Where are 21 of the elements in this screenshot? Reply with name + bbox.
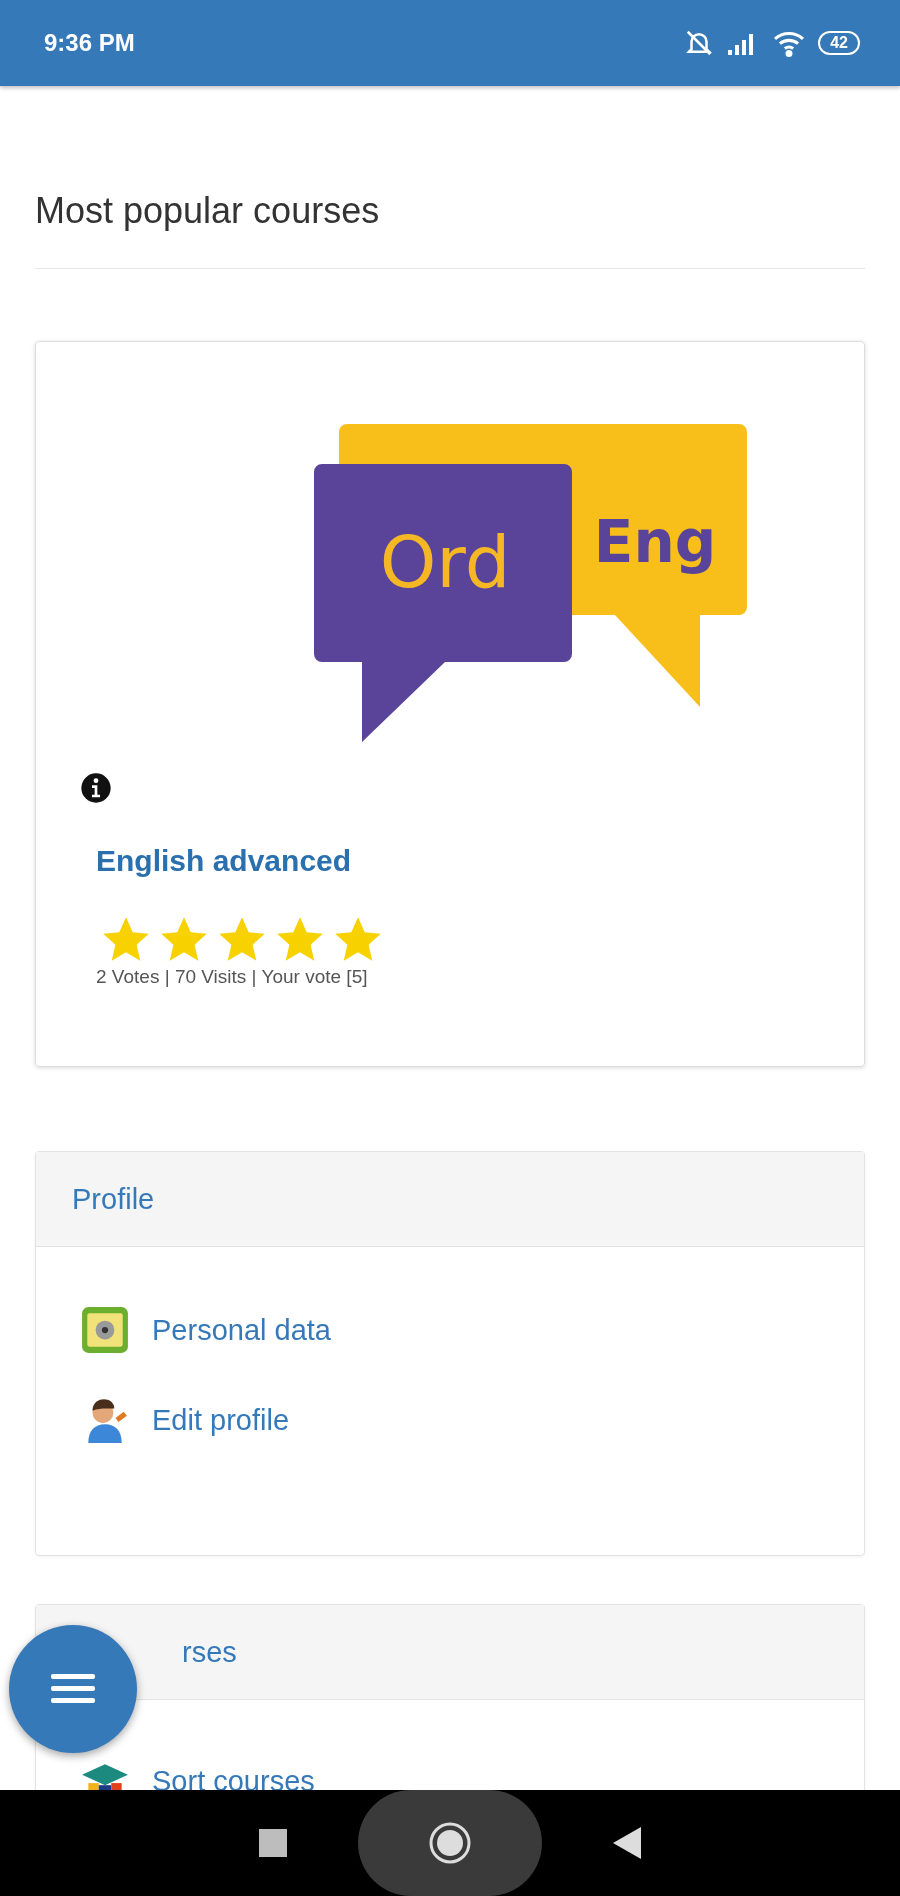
menu-link[interactable]: Personal data [152,1313,331,1347]
id-card-icon [80,1305,130,1355]
menu-link[interactable]: Edit profile [152,1403,289,1437]
section-title: Most popular courses [35,190,381,232]
info-icon[interactable] [80,772,112,804]
square-icon [258,1828,288,1858]
back-button[interactable] [612,1826,642,1860]
menu-link[interactable]: Sort courses [152,1764,315,1790]
course-title-link[interactable]: English advanced [96,844,352,878]
panel-title: Profile [72,1182,155,1216]
bell-off-icon [684,28,715,58]
menu-icon [51,1672,95,1706]
back-icon [612,1826,642,1860]
home-icon [427,1820,473,1866]
wifi-icon [772,29,807,57]
course-stats: 2 Votes | 70 Visits | Your vote [5] [96,966,369,988]
menu-button[interactable] [9,1625,137,1753]
recents-button[interactable] [258,1828,288,1858]
status-time: 9:36 PM [44,29,135,57]
panel-title: rses [182,1635,237,1669]
battery-level: 42 [818,31,860,55]
